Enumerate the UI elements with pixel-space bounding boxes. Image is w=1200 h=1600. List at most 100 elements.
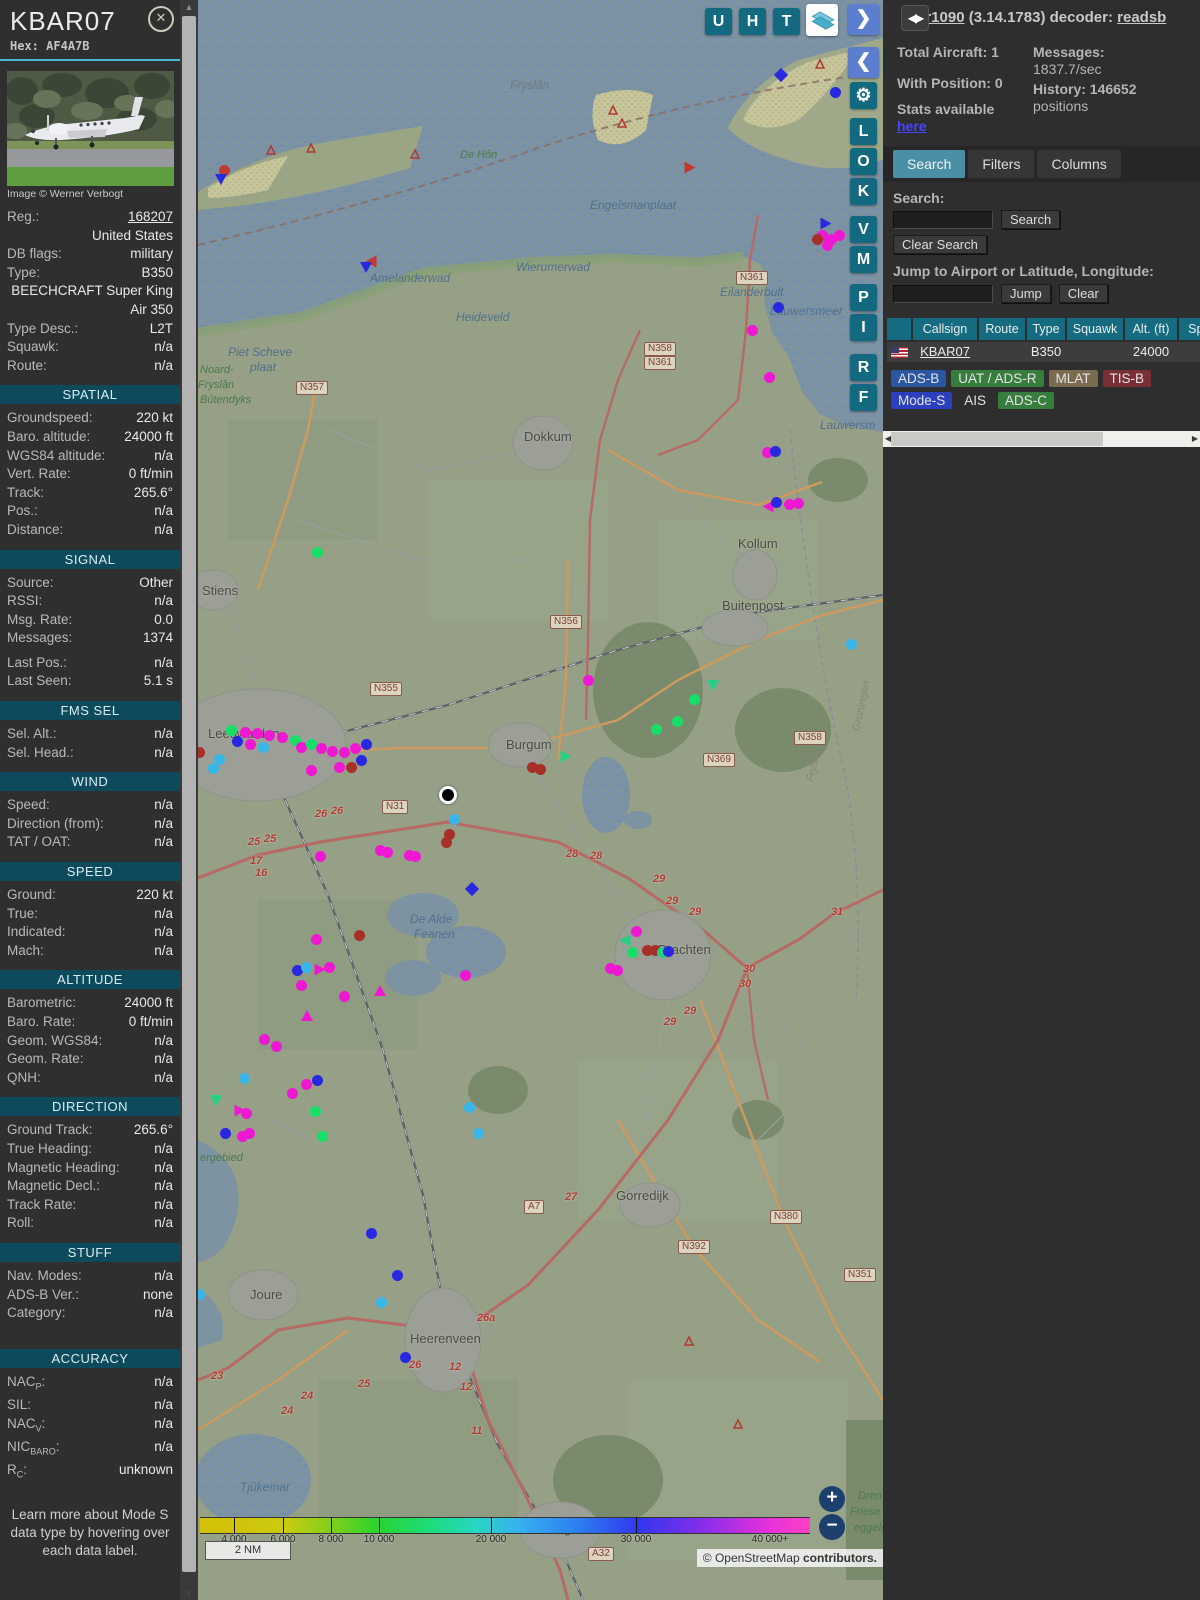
scroll-up-icon[interactable]: ▲ bbox=[180, 0, 198, 14]
osm-link[interactable]: OpenStreetMap bbox=[715, 1551, 800, 1565]
scroll-down-icon[interactable]: ▼ bbox=[180, 1586, 198, 1600]
aircraft-marker[interactable] bbox=[820, 217, 832, 230]
close-icon[interactable]: ✕ bbox=[148, 6, 174, 32]
aircraft-marker[interactable] bbox=[317, 1131, 328, 1142]
aircraft-marker[interactable] bbox=[473, 1128, 484, 1139]
map-hotkey-k[interactable]: K bbox=[850, 178, 877, 205]
column-header[interactable] bbox=[887, 318, 911, 340]
aircraft-marker[interactable] bbox=[464, 1102, 475, 1113]
map-hotkey-m[interactable]: M bbox=[850, 246, 877, 273]
aircraft-marker[interactable] bbox=[400, 1352, 411, 1363]
filter-uat-ads-r[interactable]: UAT / ADS-R bbox=[951, 370, 1044, 387]
zoom-out-button[interactable]: − bbox=[819, 1514, 845, 1540]
aircraft-marker[interactable] bbox=[834, 230, 845, 241]
map-hotkey-i[interactable]: I bbox=[850, 314, 877, 341]
aircraft-marker[interactable] bbox=[264, 730, 275, 741]
readsb-link[interactable]: readsb bbox=[1117, 9, 1166, 26]
aircraft-marker[interactable] bbox=[215, 174, 227, 185]
map-hotkey-p[interactable]: P bbox=[850, 284, 877, 311]
aircraft-marker[interactable] bbox=[240, 727, 251, 738]
aircraft-marker[interactable] bbox=[310, 1106, 321, 1117]
map-hotkey-f[interactable]: F bbox=[850, 384, 877, 411]
aircraft-marker[interactable] bbox=[793, 498, 804, 509]
aircraft-marker[interactable] bbox=[259, 1034, 270, 1045]
filter-tis-b[interactable]: TIS-B bbox=[1102, 370, 1152, 387]
expand-panel-button[interactable]: ❯ bbox=[848, 4, 879, 35]
aircraft-marker[interactable] bbox=[707, 680, 719, 691]
aircraft-marker[interactable] bbox=[410, 851, 421, 862]
aircraft-marker[interactable] bbox=[244, 1128, 255, 1139]
aircraft-marker[interactable] bbox=[361, 739, 372, 750]
settings-button[interactable]: ⚙ bbox=[850, 82, 877, 109]
aircraft-marker[interactable] bbox=[535, 764, 546, 775]
aircraft-photo[interactable] bbox=[7, 71, 174, 186]
aircraft-marker[interactable] bbox=[301, 962, 312, 973]
callsign-link[interactable]: KBAR07 bbox=[920, 344, 970, 359]
aircraft-marker[interactable] bbox=[651, 724, 662, 735]
aircraft-marker[interactable] bbox=[822, 240, 833, 251]
map-hotkey-u[interactable]: U bbox=[705, 8, 732, 35]
aircraft-marker[interactable] bbox=[560, 750, 572, 763]
layers-button[interactable] bbox=[806, 4, 838, 36]
aircraft-marker[interactable] bbox=[316, 743, 327, 754]
aircraft-marker[interactable] bbox=[334, 762, 345, 773]
column-header[interactable]: Alt. (ft) bbox=[1125, 318, 1177, 340]
aircraft-marker[interactable] bbox=[312, 1075, 323, 1086]
aircraft-marker[interactable] bbox=[449, 814, 460, 825]
aircraft-marker[interactable] bbox=[239, 1073, 250, 1084]
search-button[interactable]: Search bbox=[1001, 210, 1061, 229]
hscroll-right-icon[interactable]: ▶ bbox=[1191, 431, 1199, 447]
aircraft-marker[interactable] bbox=[210, 1095, 222, 1106]
aircraft-marker[interactable] bbox=[312, 547, 323, 558]
aircraft-marker[interactable] bbox=[356, 755, 367, 766]
aircraft-marker[interactable] bbox=[346, 762, 357, 773]
aircraft-marker[interactable] bbox=[612, 965, 623, 976]
aircraft-marker[interactable] bbox=[252, 728, 263, 739]
aircraft-marker[interactable] bbox=[220, 1128, 231, 1139]
aircraft-marker[interactable] bbox=[627, 947, 638, 958]
tab-filters[interactable]: Filters bbox=[968, 150, 1035, 178]
aircraft-marker[interactable] bbox=[770, 446, 781, 457]
map-hotkey-v[interactable]: V bbox=[850, 216, 877, 243]
aircraft-marker[interactable] bbox=[583, 675, 594, 686]
jump-clear-button[interactable]: Clear bbox=[1058, 284, 1108, 303]
aircraft-marker[interactable] bbox=[764, 372, 775, 383]
clear-search-button[interactable]: Clear Search bbox=[893, 235, 987, 254]
aircraft-marker[interactable] bbox=[301, 1010, 313, 1021]
sidebar-scrollbar[interactable]: ▲ ▼ bbox=[180, 0, 198, 1600]
aircraft-marker[interactable] bbox=[226, 725, 237, 736]
column-header[interactable]: Type bbox=[1027, 318, 1065, 340]
aircraft-marker[interactable] bbox=[672, 716, 683, 727]
stats-here-link[interactable]: here bbox=[897, 118, 927, 134]
aircraft-marker[interactable] bbox=[315, 851, 326, 862]
map-canvas[interactable]: Fryslân De Hôn Engelsmanplaat Amelanderwad W… bbox=[198, 0, 883, 1600]
aircraft-marker[interactable] bbox=[287, 1088, 298, 1099]
aircraft-marker[interactable] bbox=[684, 161, 696, 174]
aircraft-marker[interactable] bbox=[208, 763, 219, 774]
aircraft-marker[interactable] bbox=[846, 639, 857, 650]
map-hotkey-o[interactable]: O bbox=[850, 148, 877, 175]
aircraft-marker[interactable] bbox=[324, 962, 335, 973]
aircraft-marker[interactable] bbox=[439, 786, 457, 804]
aircraft-marker[interactable] bbox=[689, 694, 700, 705]
zoom-in-button[interactable]: + bbox=[819, 1486, 845, 1512]
map-hotkey-h[interactable]: H bbox=[739, 8, 766, 35]
aircraft-marker[interactable] bbox=[392, 1270, 403, 1281]
aircraft-marker[interactable] bbox=[366, 1228, 377, 1239]
hscroll-thumb[interactable] bbox=[891, 432, 1103, 446]
aircraft-marker[interactable] bbox=[460, 970, 471, 981]
filter-mode-s[interactable]: Mode-S bbox=[891, 392, 953, 409]
panel-horizontal-scrollbar[interactable]: ◀ ▶ bbox=[883, 431, 1200, 447]
map-hotkey-r[interactable]: R bbox=[850, 354, 877, 381]
aircraft-marker[interactable] bbox=[311, 934, 322, 945]
map-hotkey-t[interactable]: T bbox=[773, 8, 800, 35]
aircraft-marker[interactable] bbox=[771, 497, 782, 508]
search-input[interactable] bbox=[893, 210, 993, 229]
jump-input[interactable] bbox=[893, 284, 993, 303]
sidebar-scrollbar-thumb[interactable] bbox=[182, 16, 196, 1572]
aircraft-marker[interactable] bbox=[631, 926, 642, 937]
filter-ais[interactable]: AIS bbox=[957, 392, 993, 409]
tab-search[interactable]: Search bbox=[893, 150, 966, 178]
aircraft-marker[interactable] bbox=[245, 739, 256, 750]
tab-columns[interactable]: Columns bbox=[1037, 150, 1121, 178]
